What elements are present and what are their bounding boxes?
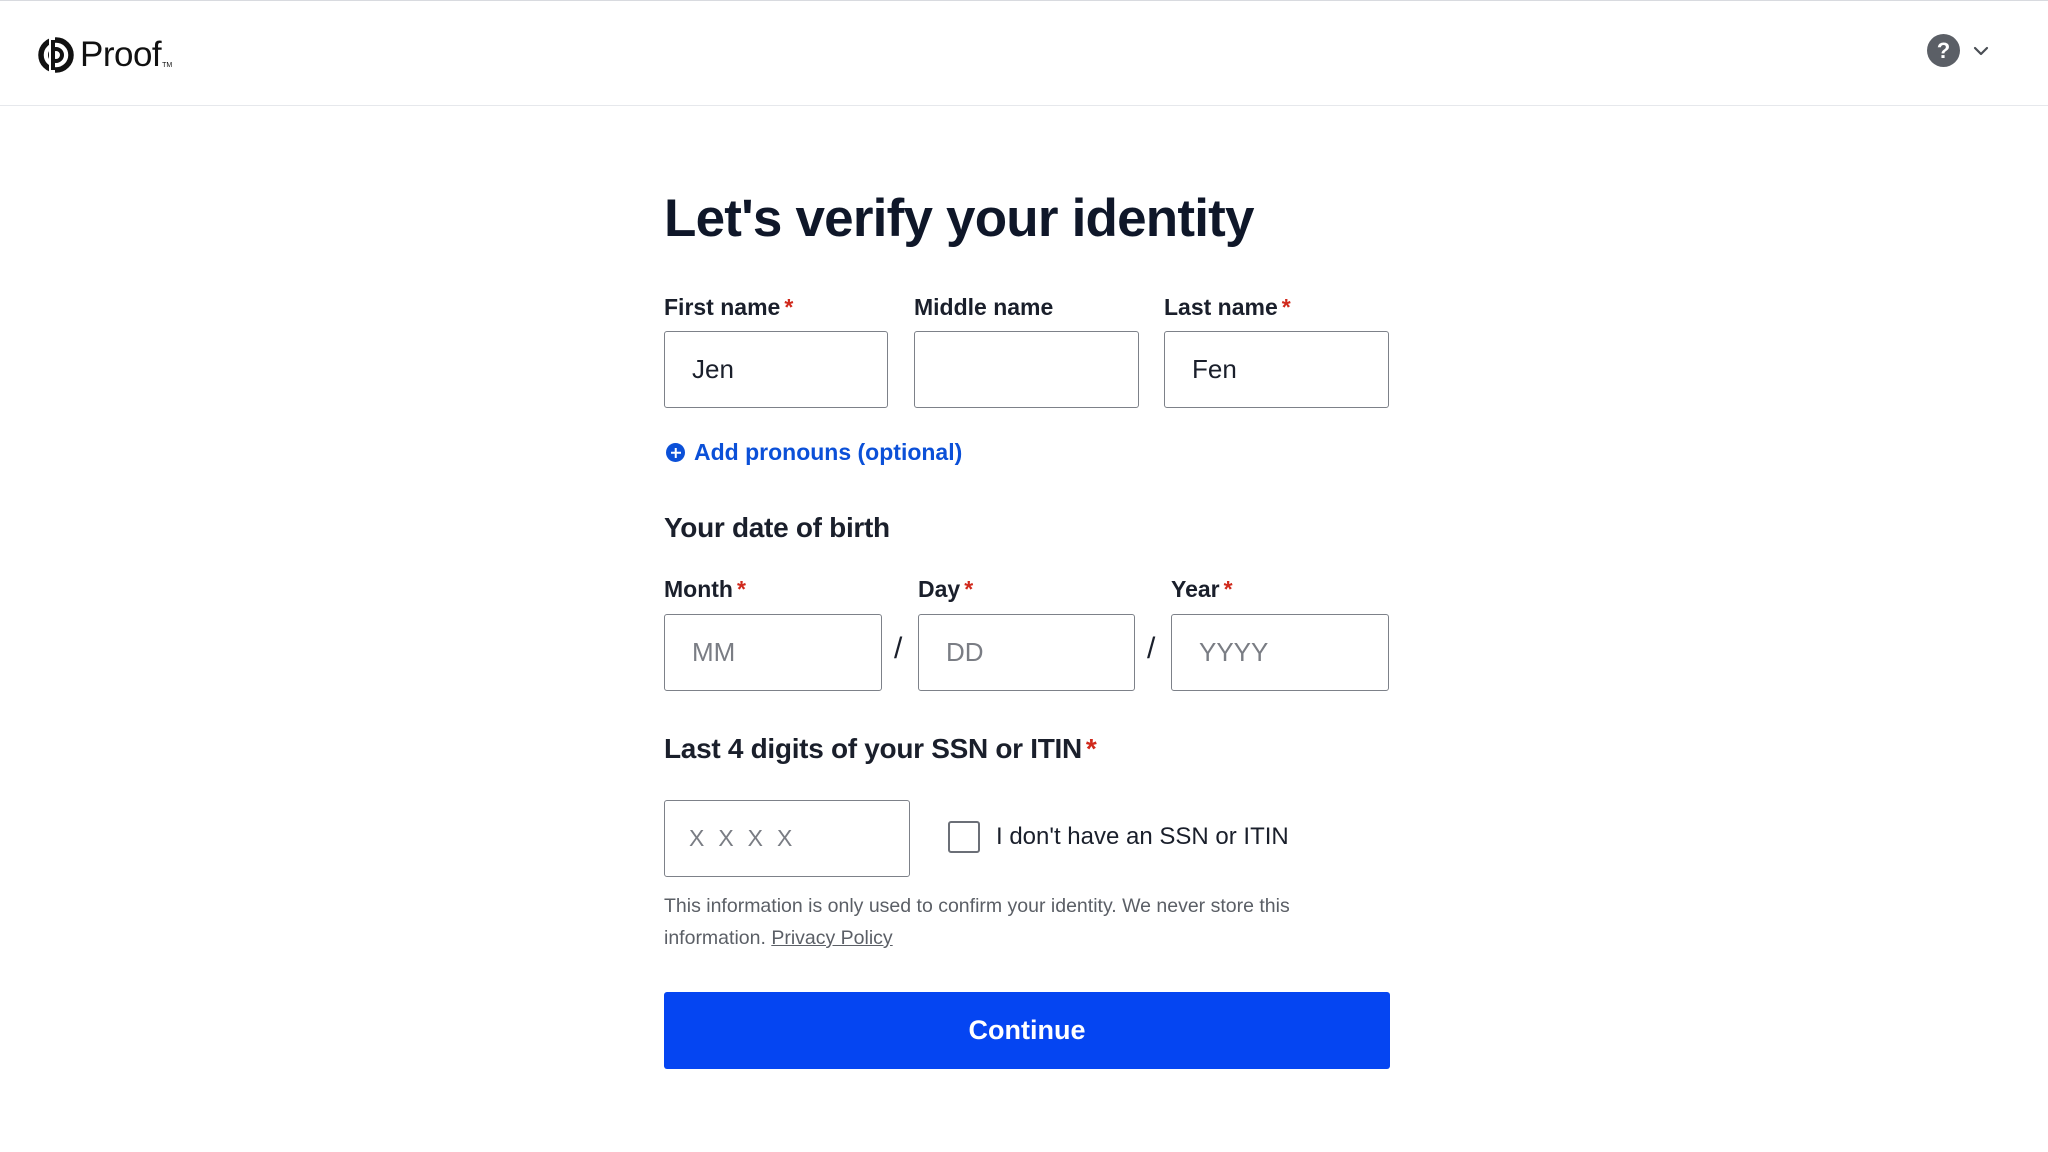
year-label: Year * bbox=[1171, 576, 1233, 603]
month-input[interactable]: MM bbox=[664, 614, 882, 691]
ssn-input[interactable]: XXXX bbox=[664, 800, 910, 877]
page-title: Let's verify your identity bbox=[664, 189, 1254, 248]
day-input[interactable]: DD bbox=[918, 614, 1135, 691]
month-label: Month * bbox=[664, 576, 746, 603]
last-name-label: Last name * bbox=[1164, 294, 1291, 321]
day-label: Day * bbox=[918, 576, 973, 603]
required-asterisk: * bbox=[736, 576, 746, 602]
top-bar: Proof TM ? bbox=[0, 0, 2048, 106]
required-asterisk: * bbox=[1281, 294, 1291, 320]
proof-logo[interactable]: Proof TM bbox=[38, 33, 172, 77]
logo-trademark: TM bbox=[162, 62, 173, 69]
logo-text: Proof bbox=[80, 35, 162, 74]
first-name-input[interactable]: Jen bbox=[664, 331, 888, 408]
add-pronouns-label: Add pronouns (optional) bbox=[694, 439, 963, 465]
info-text: This information is only used to confirm… bbox=[664, 895, 1290, 949]
chevron-down-icon bbox=[1973, 46, 1989, 55]
month-label-text: Month bbox=[664, 576, 733, 602]
privacy-policy-link[interactable]: Privacy Policy bbox=[771, 927, 892, 949]
no-ssn-checkbox-row[interactable]: I don't have an SSN or ITIN bbox=[948, 821, 1289, 853]
privacy-info-text: This information is only used to confirm… bbox=[664, 890, 1390, 954]
required-asterisk: * bbox=[964, 576, 974, 602]
date-separator: / bbox=[1147, 632, 1156, 665]
year-label-text: Year bbox=[1171, 576, 1220, 602]
add-pronouns-link[interactable]: Add pronouns (optional) bbox=[666, 439, 962, 466]
year-input[interactable]: YYYY bbox=[1171, 614, 1389, 691]
required-asterisk: * bbox=[1085, 733, 1097, 764]
plus-circle-icon bbox=[666, 443, 685, 462]
no-ssn-label: I don't have an SSN or ITIN bbox=[996, 823, 1289, 850]
required-asterisk: * bbox=[1223, 576, 1233, 602]
ssn-title-text: Last 4 digits of your SSN or ITIN bbox=[664, 733, 1082, 764]
first-name-label-text: First name bbox=[664, 294, 781, 320]
required-asterisk: * bbox=[784, 294, 794, 320]
last-name-label-text: Last name bbox=[1164, 294, 1278, 320]
last-name-input[interactable]: Fen bbox=[1164, 331, 1389, 408]
proof-logo-icon bbox=[38, 36, 74, 74]
date-separator: / bbox=[894, 632, 903, 665]
first-name-label: First name * bbox=[664, 294, 793, 321]
middle-name-input[interactable] bbox=[914, 331, 1139, 408]
question-mark-icon: ? bbox=[1927, 34, 1960, 67]
continue-button[interactable]: Continue bbox=[664, 992, 1390, 1069]
no-ssn-checkbox[interactable] bbox=[948, 821, 980, 853]
day-label-text: Day bbox=[918, 576, 961, 602]
help-menu-button[interactable]: ? bbox=[1927, 34, 1990, 67]
ssn-section-title: Last 4 digits of your SSN or ITIN * bbox=[664, 733, 1097, 765]
middle-name-label: Middle name bbox=[914, 294, 1054, 320]
dob-section-title: Your date of birth bbox=[664, 512, 890, 543]
